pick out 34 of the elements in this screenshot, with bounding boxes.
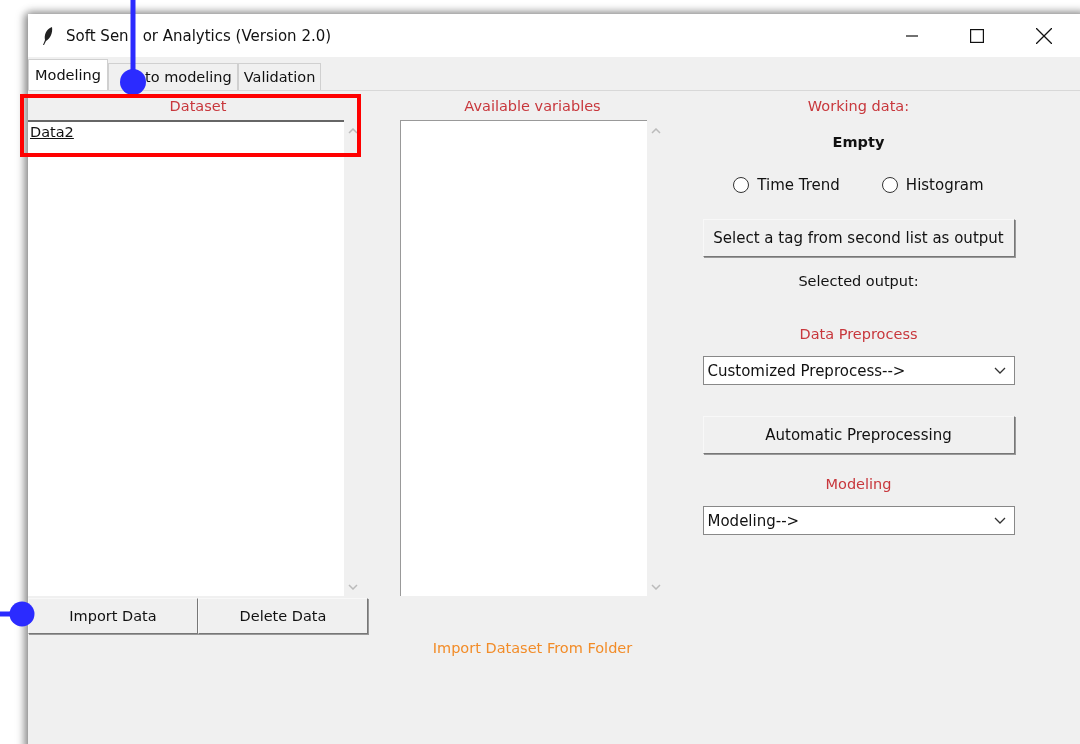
modeling-heading: Modeling xyxy=(825,475,892,494)
auto-preprocess-button[interactable]: Automatic Preprocessing xyxy=(702,416,1015,454)
chevron-icon xyxy=(993,517,1006,524)
window-title: or Analytics (Version 2.0) xyxy=(142,26,332,45)
scroll-up-icon[interactable] xyxy=(348,128,358,134)
radio-circle[interactable] xyxy=(881,177,898,193)
variables-heading: Available variables xyxy=(464,97,601,116)
modeling-dropdown[interactable]: Modeling--> xyxy=(702,506,1015,535)
radio-option[interactable]: Histogram xyxy=(881,176,984,194)
feather-icon xyxy=(42,25,54,46)
selected-output-label: Selected output: xyxy=(798,273,919,289)
dropdown-value: Modeling--> xyxy=(707,511,800,530)
radio-circle[interactable] xyxy=(733,177,750,193)
maximize-icon[interactable] xyxy=(970,28,984,43)
working-data-heading: Working data: xyxy=(807,97,910,116)
preprocess-dropdown[interactable]: Customized Preprocess--> xyxy=(702,356,1015,385)
data-button[interactable]: Delete Data xyxy=(198,598,368,634)
radio-label: Time Trend xyxy=(757,176,840,194)
dataset-list[interactable]: Data2 xyxy=(28,120,344,596)
tab[interactable]: Validation xyxy=(237,63,322,90)
working-data-value: Empty xyxy=(832,134,885,150)
dataset-heading: Dataset xyxy=(169,97,227,116)
data-button[interactable]: Import Data xyxy=(28,598,198,634)
dropdown-value: Customized Preprocess--> xyxy=(707,361,906,380)
select-output-button[interactable]: Select a tag from second list as output xyxy=(702,219,1015,257)
preprocess-heading: Data Preprocess xyxy=(799,325,918,344)
chevron-icon xyxy=(993,367,1006,374)
window-title: Soft Sen xyxy=(66,26,129,45)
list-item[interactable]: Data2 xyxy=(28,122,344,142)
radio-label: Histogram xyxy=(905,176,984,194)
close-icon[interactable] xyxy=(1036,27,1052,44)
radio-option[interactable]: Time Trend xyxy=(733,176,840,194)
tab[interactable]: Modeling xyxy=(28,59,108,90)
annotation-pointer xyxy=(0,600,36,628)
